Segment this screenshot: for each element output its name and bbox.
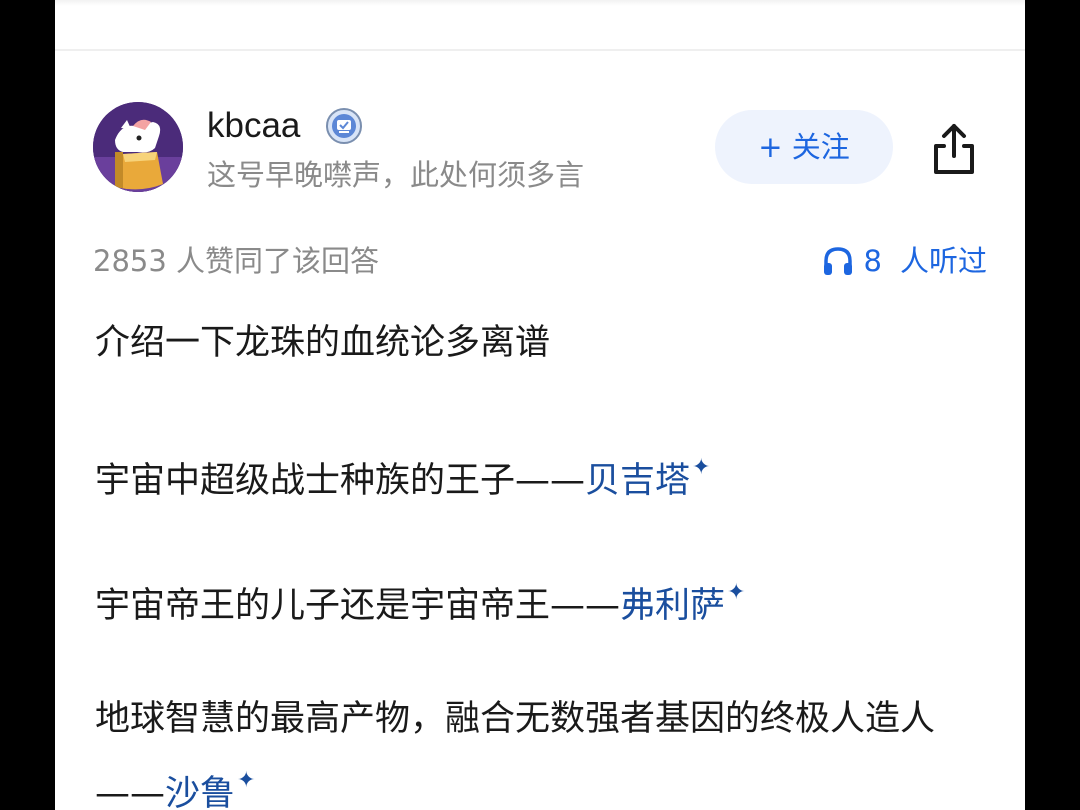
paragraph-3-text: 宇宙帝王的儿子还是宇宙帝王—— xyxy=(95,586,621,626)
paragraph-4: 地球智慧的最高产物，融合无数强者基因的终极人造人——沙鲁✦ xyxy=(95,688,995,810)
author-bio: 这号早晚噤声，此处何须多言 xyxy=(207,158,585,192)
author-name[interactable]: kbcaa xyxy=(207,104,300,148)
divider xyxy=(55,49,1025,51)
follow-button[interactable]: + 关注 xyxy=(715,110,893,184)
answer-page: kbcaa 这号早晚噤声，此处何须多言 + 关注 2853 人赞同了该回答 8 … xyxy=(55,0,1025,810)
spark-icon: ✦ xyxy=(692,455,711,480)
listen-stats[interactable]: 8 人听过 xyxy=(822,240,987,282)
paragraph-2: 宇宙中超级战士种族的王子——贝吉塔✦ xyxy=(95,443,710,506)
verified-badge-icon xyxy=(326,108,362,144)
headphones-icon xyxy=(823,247,852,275)
listen-count: 8 xyxy=(863,244,882,278)
agree-count: 2853 人赞同了该回答 xyxy=(93,244,380,278)
paragraph-1: 介绍一下龙珠的血统论多离谱 xyxy=(95,323,551,363)
top-strip xyxy=(55,0,1025,50)
spark-icon: ✦ xyxy=(237,768,256,793)
paragraph-3: 宇宙帝王的儿子还是宇宙帝王——弗利萨✦ xyxy=(95,568,745,631)
paragraph-2-text: 宇宙中超级战士种族的王子—— xyxy=(95,461,586,501)
avatar[interactable] xyxy=(93,102,183,192)
listen-label: 人听过 xyxy=(899,244,987,278)
top-edge xyxy=(55,0,1025,6)
link-vegeta[interactable]: 贝吉塔 xyxy=(585,461,690,501)
link-frieza[interactable]: 弗利萨 xyxy=(620,586,725,626)
avatar-image xyxy=(93,102,183,192)
link-cell[interactable]: 沙鲁 xyxy=(165,774,235,810)
spark-icon: ✦ xyxy=(727,580,746,605)
share-icon[interactable] xyxy=(930,122,978,176)
